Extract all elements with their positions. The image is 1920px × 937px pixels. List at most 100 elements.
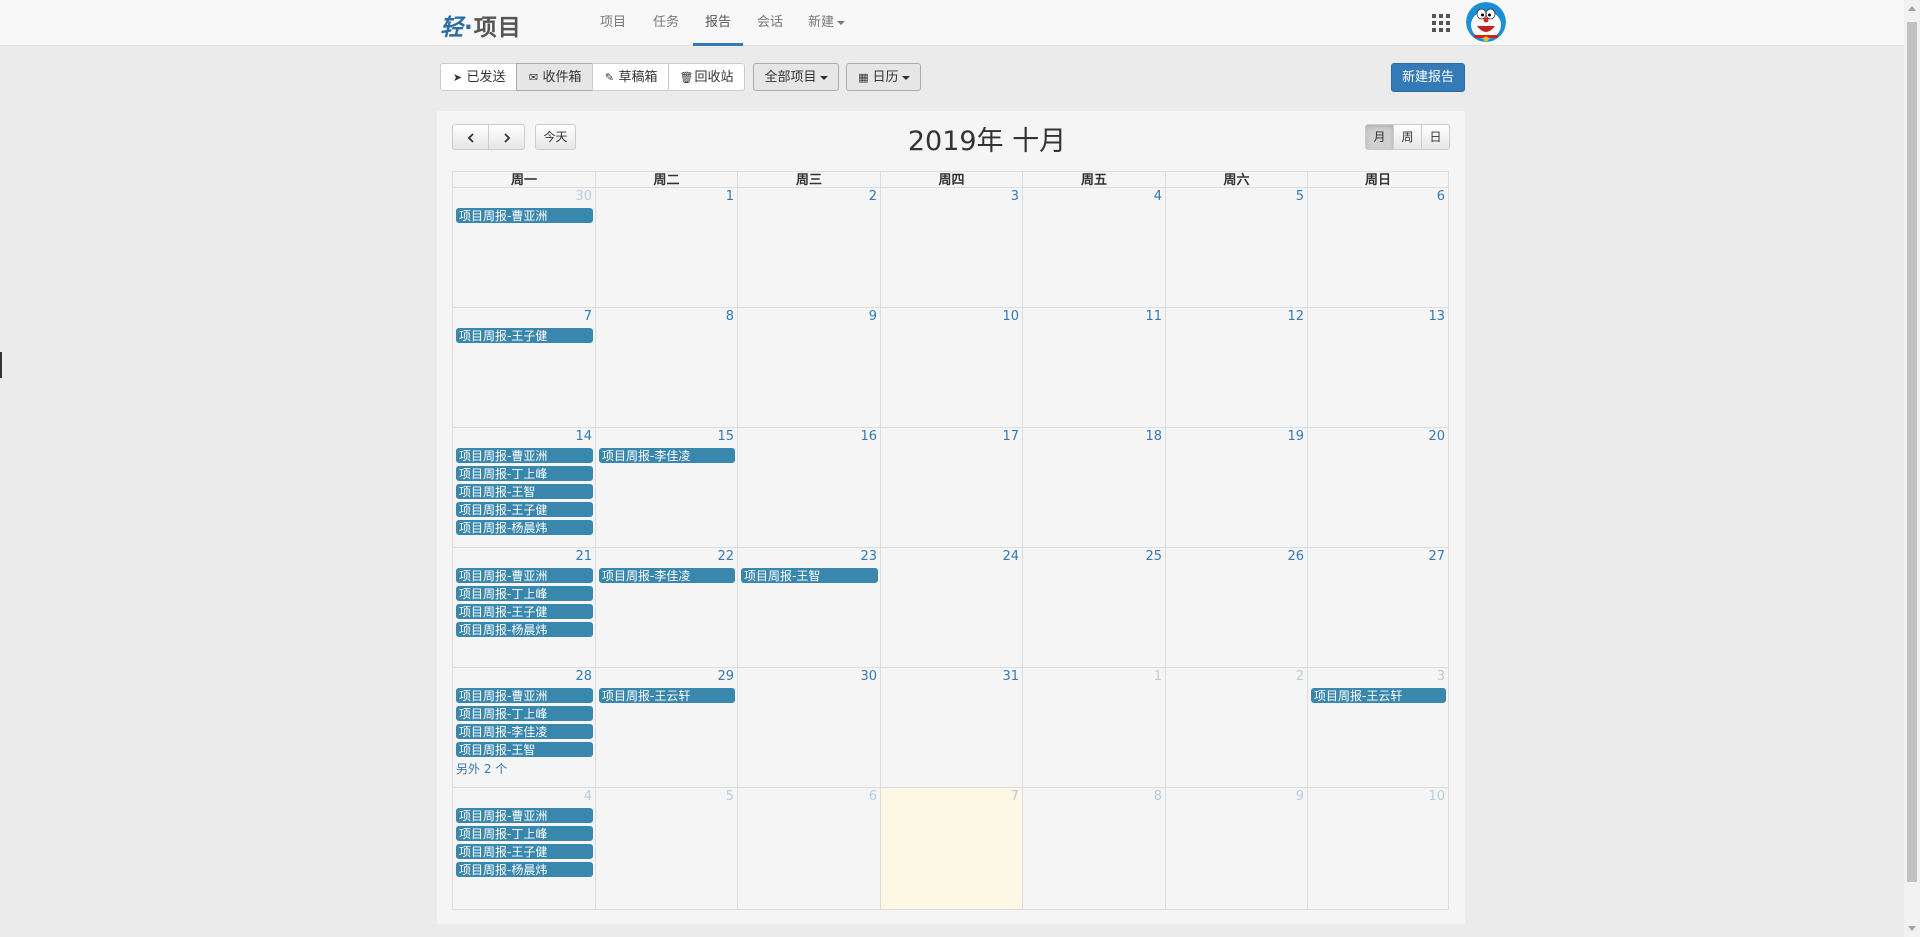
calendar-event[interactable]: 项目周报-王智: [741, 568, 878, 583]
calendar-event[interactable]: 项目周报-丁上峰: [456, 706, 593, 721]
calendar-event[interactable]: 项目周报-杨晨炜: [456, 622, 593, 637]
day-number[interactable]: 19: [1287, 429, 1304, 444]
day-number[interactable]: 7: [1011, 789, 1019, 804]
day-cell[interactable]: 14 项目周报-曹亚洲 项目周报-丁上峰 项目周报-王智 项目周报-王子健 项目周报-杨晨…: [452, 428, 595, 548]
user-avatar[interactable]: [1466, 2, 1506, 42]
day-cell[interactable]: 27: [1307, 548, 1449, 668]
day-cell[interactable]: 1: [595, 188, 737, 308]
calendar-event[interactable]: 项目周报-王子健: [456, 604, 593, 619]
inbox-button[interactable]: ✉ 收件箱: [516, 63, 593, 91]
day-number[interactable]: 21: [575, 549, 592, 564]
day-cell[interactable]: 25: [1022, 548, 1165, 668]
day-number[interactable]: 25: [1145, 549, 1162, 564]
calendar-event[interactable]: 项目周报-曹亚洲: [456, 208, 593, 223]
day-number[interactable]: 29: [717, 669, 734, 684]
day-number[interactable]: 9: [1296, 789, 1304, 804]
calendar-event[interactable]: 项目周报-王智: [456, 484, 593, 499]
calendar-event[interactable]: 项目周报-李佳凌: [456, 724, 593, 739]
calendar-event[interactable]: 项目周报-王云轩: [599, 688, 735, 703]
day-cell[interactable]: 29 项目周报-王云轩: [595, 668, 737, 788]
day-number[interactable]: 3: [1011, 189, 1019, 204]
day-cell[interactable]: 24: [880, 548, 1022, 668]
brand-logo[interactable]: 轻·项目: [440, 8, 522, 42]
calendar-event[interactable]: 项目周报-李佳凌: [599, 568, 735, 583]
day-number[interactable]: 1: [1154, 669, 1162, 684]
day-number[interactable]: 7: [584, 309, 592, 324]
day-number[interactable]: 9: [869, 309, 877, 324]
calendar-event[interactable]: 项目周报-丁上峰: [456, 586, 593, 601]
day-number[interactable]: 8: [1154, 789, 1162, 804]
day-cell[interactable]: 28 项目周报-曹亚洲 项目周报-丁上峰 项目周报-李佳凌 项目周报-王智 另外 2 个: [452, 668, 595, 788]
today-button[interactable]: 今天: [535, 124, 576, 150]
calendar-event[interactable]: 项目周报-曹亚洲: [456, 448, 593, 463]
new-report-button[interactable]: 新建报告: [1391, 63, 1465, 92]
next-month-button[interactable]: [488, 124, 525, 150]
day-number[interactable]: 15: [717, 429, 734, 444]
day-cell[interactable]: 6: [737, 788, 880, 910]
day-number[interactable]: 4: [584, 789, 592, 804]
calendar-event[interactable]: 项目周报-王云轩: [1311, 688, 1446, 703]
nav-projects[interactable]: 项目: [600, 0, 626, 45]
nav-tasks[interactable]: 任务: [653, 0, 679, 45]
calendar-event[interactable]: 项目周报-丁上峰: [456, 826, 593, 841]
day-cell[interactable]: 2: [1165, 668, 1307, 788]
day-cell[interactable]: 7: [880, 788, 1022, 910]
day-cell[interactable]: 8: [1022, 788, 1165, 910]
calendar-event[interactable]: 项目周报-丁上峰: [456, 466, 593, 481]
day-number[interactable]: 8: [726, 309, 734, 324]
day-number[interactable]: 17: [1002, 429, 1019, 444]
calendar-event[interactable]: 项目周报-王智: [456, 742, 593, 757]
day-number[interactable]: 22: [717, 549, 734, 564]
day-cell[interactable]: 31: [880, 668, 1022, 788]
page-scrollbar[interactable]: [1904, 0, 1920, 937]
day-cell[interactable]: 22 项目周报-李佳凌: [595, 548, 737, 668]
day-cell[interactable]: 20: [1307, 428, 1449, 548]
day-cell[interactable]: 19: [1165, 428, 1307, 548]
day-number[interactable]: 2: [869, 189, 877, 204]
grid-icon[interactable]: [1432, 14, 1450, 32]
day-number[interactable]: 16: [860, 429, 877, 444]
day-number[interactable]: 30: [860, 669, 877, 684]
calendar-event[interactable]: 项目周报-杨晨炜: [456, 862, 593, 877]
day-cell[interactable]: 8: [595, 308, 737, 428]
calendar-event[interactable]: 项目周报-王子健: [456, 502, 593, 517]
day-cell[interactable]: 17: [880, 428, 1022, 548]
prev-month-button[interactable]: [452, 124, 489, 150]
day-cell[interactable]: 1: [1022, 668, 1165, 788]
day-view-button[interactable]: 日: [1421, 124, 1450, 150]
day-cell[interactable]: 3 项目周报-王云轩: [1307, 668, 1449, 788]
day-number[interactable]: 27: [1428, 549, 1445, 564]
day-number[interactable]: 5: [726, 789, 734, 804]
day-cell[interactable]: 5: [595, 788, 737, 910]
day-number[interactable]: 4: [1154, 189, 1162, 204]
day-number[interactable]: 28: [575, 669, 592, 684]
day-cell[interactable]: 2: [737, 188, 880, 308]
day-number[interactable]: 5: [1296, 189, 1304, 204]
day-number[interactable]: 6: [869, 789, 877, 804]
day-cell[interactable]: 30: [737, 668, 880, 788]
drafts-button[interactable]: ✎ 草稿箱: [592, 63, 669, 91]
day-number[interactable]: 31: [1002, 669, 1019, 684]
day-cell[interactable]: 13: [1307, 308, 1449, 428]
day-number[interactable]: 24: [1002, 549, 1019, 564]
day-number[interactable]: 30: [575, 189, 592, 204]
day-number[interactable]: 10: [1002, 309, 1019, 324]
scroll-up-icon[interactable]: [1908, 6, 1916, 11]
day-cell[interactable]: 11: [1022, 308, 1165, 428]
day-cell[interactable]: 4: [1022, 188, 1165, 308]
scrollbar-thumb[interactable]: [1907, 22, 1917, 882]
day-cell[interactable]: 10: [880, 308, 1022, 428]
day-cell[interactable]: 9: [1165, 788, 1307, 910]
month-view-button[interactable]: 月: [1365, 124, 1394, 150]
day-cell[interactable]: 9: [737, 308, 880, 428]
trash-button[interactable]: 🗑回收站: [668, 63, 745, 91]
day-number[interactable]: 23: [860, 549, 877, 564]
calendar-event[interactable]: 项目周报-王子健: [456, 844, 593, 859]
day-number[interactable]: 26: [1287, 549, 1304, 564]
nav-conversations[interactable]: 会话: [757, 0, 783, 45]
sent-button[interactable]: ➤ 已发送: [440, 63, 517, 91]
calendar-event[interactable]: 项目周报-曹亚洲: [456, 568, 593, 583]
scroll-down-icon[interactable]: [1908, 926, 1916, 931]
day-number[interactable]: 18: [1145, 429, 1162, 444]
day-cell[interactable]: 7 项目周报-王子健: [452, 308, 595, 428]
